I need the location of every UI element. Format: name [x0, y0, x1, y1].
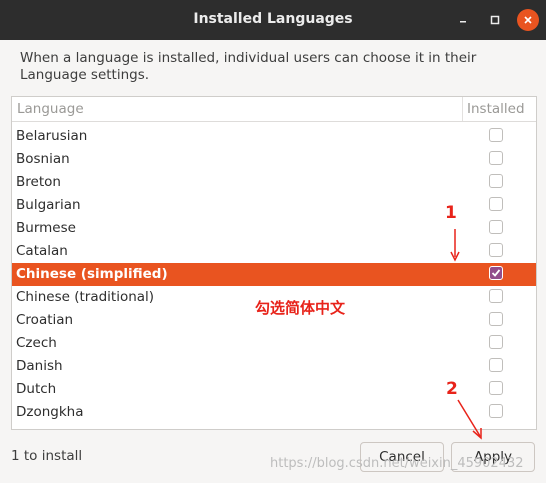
- list-header: Language Installed: [12, 97, 536, 122]
- annotation-note: 勾选简体中文: [255, 299, 346, 317]
- language-name: Burmese: [16, 220, 76, 236]
- installed-checkbox[interactable]: [489, 220, 503, 234]
- language-row[interactable]: Bulgarian: [12, 194, 536, 217]
- installed-checkbox[interactable]: [489, 312, 503, 326]
- installed-checkbox[interactable]: [489, 243, 503, 257]
- maximize-icon: [490, 15, 500, 25]
- install-status: 1 to install: [11, 448, 83, 464]
- language-name: Croatian: [16, 312, 74, 328]
- installed-checkbox[interactable]: [489, 289, 503, 303]
- language-name: Chinese (simplified): [16, 266, 168, 282]
- checkmark-icon: [491, 269, 501, 277]
- language-row[interactable]: Danish: [12, 355, 536, 378]
- language-name: Czech: [16, 335, 57, 351]
- language-name: Catalan: [16, 243, 68, 259]
- language-row[interactable]: Chinese (simplified): [12, 263, 536, 286]
- installed-checkbox[interactable]: [489, 174, 503, 188]
- annotation-arrow-2: [457, 399, 482, 440]
- close-button[interactable]: [517, 9, 539, 31]
- language-row[interactable]: Breton: [12, 171, 536, 194]
- language-name: Bosnian: [16, 151, 70, 167]
- watermark: https://blog.csdn.net/weixin_45902432: [270, 456, 524, 471]
- description-text: When a language is installed, individual…: [20, 50, 477, 83]
- language-list[interactable]: Language Installed Belarusian Bosnian Bret…: [11, 96, 537, 430]
- annotation-step-2: 2: [446, 379, 458, 399]
- language-name: Belarusian: [16, 128, 88, 144]
- annotation-step-1: 1: [445, 203, 457, 223]
- column-divider: [462, 97, 463, 121]
- installed-checkbox[interactable]: [489, 266, 503, 280]
- installed-checkbox[interactable]: [489, 335, 503, 349]
- installed-checkbox[interactable]: [489, 151, 503, 165]
- language-row[interactable]: Bosnian: [12, 148, 536, 171]
- annotation-arrow-1: [450, 229, 460, 262]
- language-name: Dzongkha: [16, 404, 84, 420]
- installed-checkbox[interactable]: [489, 404, 503, 418]
- language-name: Chinese (traditional): [16, 289, 155, 305]
- language-row[interactable]: Belarusian: [12, 125, 536, 148]
- column-header-language[interactable]: Language: [17, 101, 84, 117]
- installed-checkbox[interactable]: [489, 381, 503, 395]
- column-header-installed[interactable]: Installed: [467, 101, 525, 117]
- language-name: Danish: [16, 358, 63, 374]
- title-bar: Installed Languages: [0, 0, 546, 40]
- close-icon: [524, 16, 532, 24]
- minimize-button[interactable]: [452, 9, 474, 31]
- language-name: Breton: [16, 174, 61, 190]
- language-row[interactable]: Czech: [12, 332, 536, 355]
- language-name: Dutch: [16, 381, 57, 397]
- maximize-button[interactable]: [484, 9, 506, 31]
- language-name: Bulgarian: [16, 197, 81, 213]
- installed-checkbox[interactable]: [489, 128, 503, 142]
- minimize-icon: [460, 21, 466, 23]
- installed-checkbox[interactable]: [489, 358, 503, 372]
- installed-checkbox[interactable]: [489, 197, 503, 211]
